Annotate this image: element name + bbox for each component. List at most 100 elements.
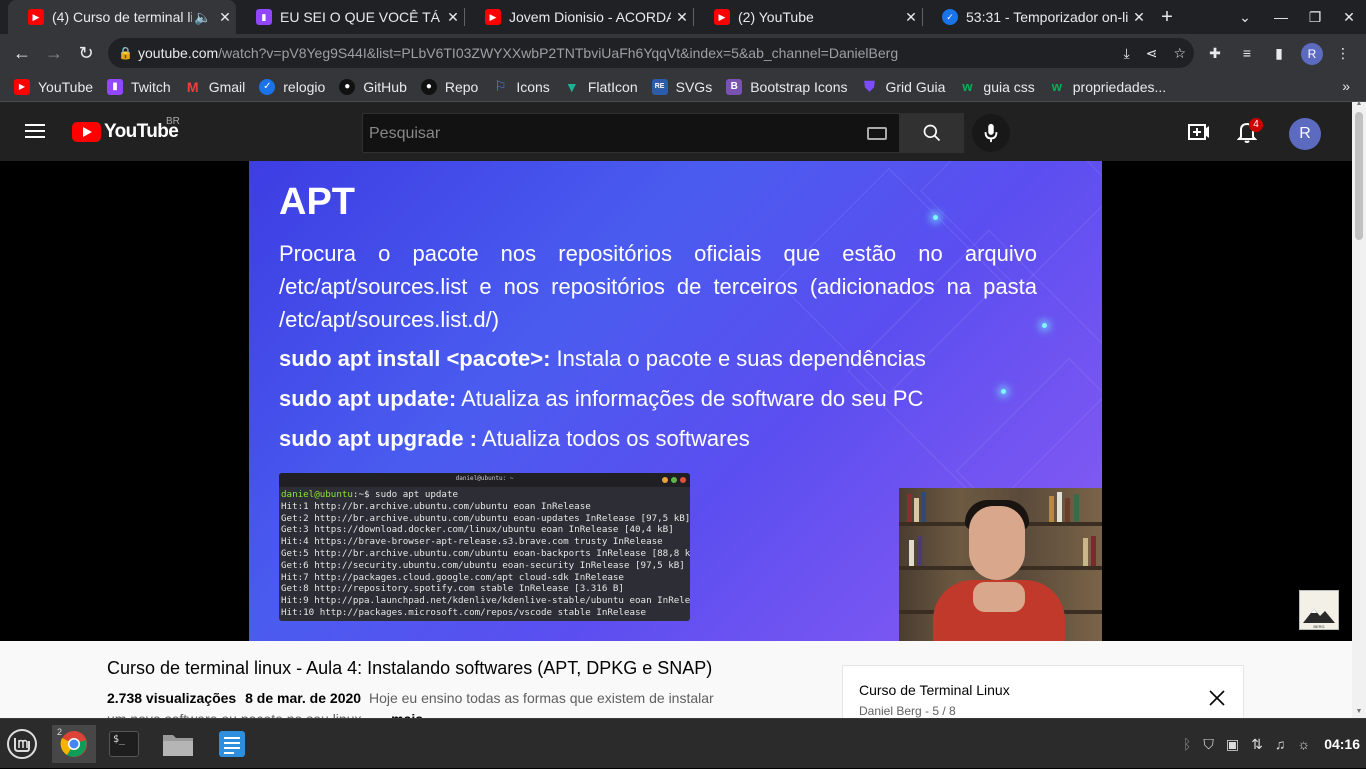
tab-temporizador[interactable]: ✓ 53:31 - Temporizador on-line ✕: [922, 0, 1150, 34]
music-note-icon[interactable]: ♫: [1275, 736, 1286, 752]
slide-glow-dot: [1001, 389, 1006, 394]
slide-paragraph: Procura o pacote nos repositórios oficia…: [279, 241, 1037, 332]
bookmark-youtube[interactable]: ▶ YouTube: [14, 78, 93, 95]
bookmarks-overflow-chevron-icon[interactable]: »: [1342, 78, 1350, 94]
bookmark-icons[interactable]: ⚐ Icons: [492, 78, 550, 95]
bookmark-propriedades[interactable]: w propriedades...: [1049, 79, 1166, 95]
taskbar-terminal[interactable]: $_: [104, 725, 144, 763]
minimize-icon[interactable]: —: [1264, 0, 1298, 34]
chrome-menu-kebab-icon[interactable]: ⋮: [1332, 42, 1354, 64]
bookmark-gmail[interactable]: M Gmail: [185, 79, 245, 95]
network-icon[interactable]: ⇅: [1251, 736, 1263, 753]
close-tab-icon[interactable]: ✕: [900, 9, 922, 26]
search-button[interactable]: [900, 113, 964, 153]
close-tab-icon[interactable]: ✕: [1128, 9, 1150, 26]
tab-title: Jovem Dionisio - ACORDA PEDRINHO: [509, 9, 671, 25]
restore-icon[interactable]: ❐: [1298, 0, 1332, 34]
tab-jovem-dionisio[interactable]: ▶ Jovem Dionisio - ACORDA PEDRINHO ✕: [465, 0, 693, 34]
back-arrow-icon[interactable]: ←: [8, 39, 36, 67]
bluetooth-icon[interactable]: ᛒ: [1183, 736, 1191, 752]
system-tray: ᛒ ⛉ ▣ ⇅ ♫ ☼ 04:16: [1183, 719, 1366, 769]
slide-command-update: sudo apt update: Atualiza as informações…: [279, 386, 924, 411]
youtube-masthead: YouTube BR R: [0, 102, 1352, 161]
github-icon: ●: [339, 78, 356, 95]
text-editor-icon: [219, 731, 245, 757]
install-app-icon[interactable]: ⤓: [1124, 45, 1130, 62]
lock-icon: 🔒: [118, 46, 133, 60]
clipboard-icon[interactable]: ▣: [1226, 736, 1239, 753]
bookmark-relogio[interactable]: ✓ relogio: [259, 78, 325, 95]
mint-menu-button[interactable]: [2, 725, 42, 763]
media-queue-icon[interactable]: ≡: [1236, 42, 1258, 64]
linux-mint-logo-icon: [7, 729, 37, 759]
taskbar-clock[interactable]: 04:16: [1324, 736, 1360, 752]
bookmark-twitch[interactable]: ▮ Twitch: [107, 78, 171, 95]
bookmark-repo[interactable]: ● Repo: [420, 78, 478, 95]
voice-search-button[interactable]: [972, 114, 1010, 152]
side-panel-icon[interactable]: ▮: [1268, 42, 1290, 64]
search-input[interactable]: [369, 122, 849, 146]
address-bar[interactable]: 🔒 youtube.com /watch?v=pV8Yeg9S44I&list=…: [108, 38, 1194, 68]
url-path: /watch?v=pV8Yeg9S44I&list=PLbV6TI03ZWYXX…: [218, 45, 899, 61]
bookmark-flaticon[interactable]: ▼ FlatIcon: [564, 79, 638, 95]
page-scrollbar[interactable]: ▲ ▼: [1352, 100, 1366, 718]
chrome-icon: [60, 731, 87, 757]
url-host: youtube.com: [138, 45, 219, 61]
bookmark-github[interactable]: ● GitHub: [339, 78, 407, 95]
account-avatar[interactable]: R: [1289, 118, 1321, 150]
bookmark-grid-guia[interactable]: ⛊ Grid Guia: [861, 78, 945, 95]
create-video-icon[interactable]: [1187, 120, 1211, 144]
close-tab-icon[interactable]: ✕: [214, 9, 236, 26]
bookmark-star-icon[interactable]: ☆: [1173, 45, 1186, 62]
extensions-puzzle-icon[interactable]: ✚: [1204, 42, 1226, 64]
github-icon: ●: [420, 78, 437, 95]
bookmark-guia-css[interactable]: w guia css: [959, 79, 1034, 95]
terminal-output: daniel@ubuntu:~$ sudo apt update Hit:1 h…: [281, 489, 690, 618]
tab-curso-terminal[interactable]: ▶ (4) Curso de terminal linux 🔈 ✕: [8, 0, 236, 34]
bootstrap-icon: B: [726, 78, 743, 95]
reload-icon[interactable]: ↻: [72, 39, 100, 67]
tab-search-chevron-icon[interactable]: ⌄: [1228, 0, 1262, 34]
video-player[interactable]: APT Procura o pacote nos repositórios of…: [0, 161, 1352, 641]
bookmark-svgs[interactable]: RE SVGs: [651, 78, 712, 95]
close-tab-icon[interactable]: ✕: [671, 9, 693, 26]
country-code: BR: [166, 116, 180, 127]
speaker-icon[interactable]: 🔈: [192, 9, 214, 26]
tab-title: EU SEI O QUE VOCÊ TÁ FAZENDO: [280, 9, 442, 25]
chrome-profile-avatar[interactable]: R: [1301, 43, 1323, 65]
bookmark-bootstrap-icons[interactable]: B Bootstrap Icons: [726, 78, 847, 95]
browser-tabstrip: ▶ (4) Curso de terminal linux 🔈 ✕ ▮ EU S…: [0, 0, 1366, 34]
playlist-title[interactable]: Curso de Terminal Linux: [859, 682, 1010, 698]
flag-icon: ⚐: [494, 78, 507, 94]
new-tab-button[interactable]: +: [1150, 0, 1184, 34]
folder-icon: [163, 735, 193, 756]
youtube-favicon-icon: ▶: [714, 9, 730, 25]
search-icon: [923, 124, 941, 142]
tab-twitch[interactable]: ▮ EU SEI O QUE VOCÊ TÁ FAZENDO ✕: [236, 0, 464, 34]
close-window-icon[interactable]: ✕: [1332, 0, 1366, 34]
shield-tray-icon[interactable]: ⛉: [1203, 736, 1214, 753]
forward-arrow-icon[interactable]: →: [40, 39, 68, 67]
svg-text:BERG: BERG: [1313, 624, 1324, 629]
flaticon-icon: ▼: [564, 78, 579, 95]
keyboard-icon[interactable]: [867, 127, 887, 140]
taskbar-text-editor[interactable]: [212, 725, 252, 763]
share-icon[interactable]: ⋖: [1146, 45, 1158, 62]
guide-menu-icon[interactable]: [25, 124, 45, 138]
scrollbar-thumb[interactable]: [1355, 112, 1363, 240]
brightness-icon[interactable]: ☼: [1297, 736, 1310, 752]
close-playlist-icon[interactable]: [1207, 688, 1227, 708]
terminal-icon: $_: [109, 731, 139, 757]
channel-watermark-logo[interactable]: BERG: [1299, 590, 1339, 630]
scroll-up-arrow-icon[interactable]: ▲: [1355, 100, 1363, 108]
youtube-favicon-icon: ▶: [28, 9, 44, 25]
youtube-logo[interactable]: YouTube: [72, 121, 179, 143]
scroll-down-arrow-icon[interactable]: ▼: [1355, 708, 1363, 716]
playlist-panel[interactable]: Curso de Terminal Linux Daniel Berg - 5 …: [842, 665, 1244, 725]
taskbar-files[interactable]: [158, 725, 198, 763]
video-info: 2.738 visualizações 8 de mar. de 2020 Ho…: [107, 690, 714, 706]
close-tab-icon[interactable]: ✕: [442, 9, 464, 26]
video-frame[interactable]: APT Procura o pacote nos repositórios of…: [249, 161, 1102, 641]
tab-youtube[interactable]: ▶ (2) YouTube ✕: [694, 0, 922, 34]
timer-favicon-icon: ✓: [942, 9, 958, 25]
